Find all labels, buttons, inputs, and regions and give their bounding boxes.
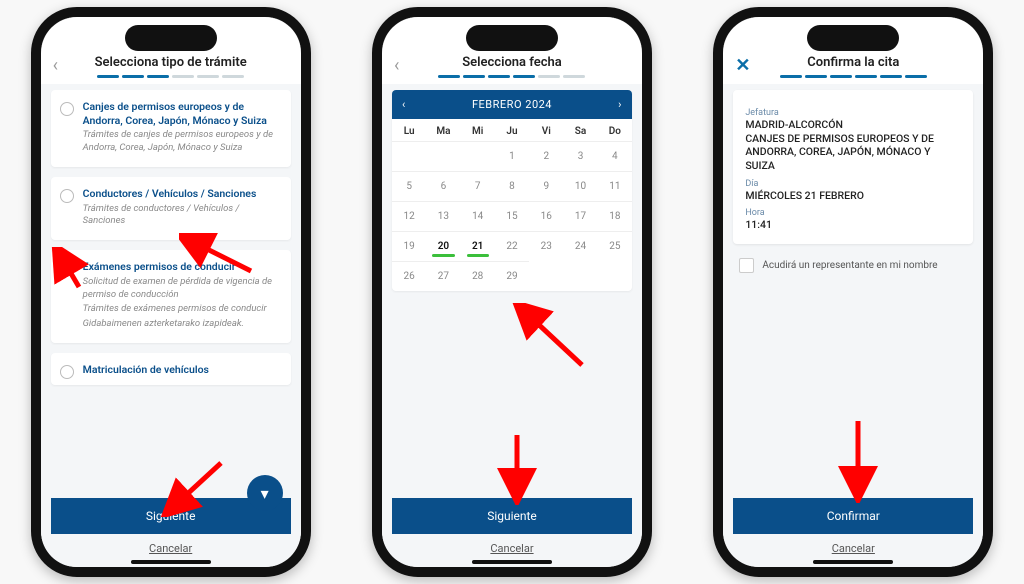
- next-month-icon[interactable]: ›: [618, 98, 622, 111]
- calendar-day[interactable]: 20: [426, 231, 460, 261]
- label-dia: Día: [745, 179, 961, 189]
- radio-icon[interactable]: [60, 189, 74, 203]
- calendar-dow: Do: [598, 119, 632, 141]
- phone-step-1: ‹ Selecciona tipo de trámite Canjes de p…: [31, 7, 311, 577]
- prev-month-icon[interactable]: ‹: [402, 98, 406, 111]
- progress-indicator: [41, 75, 301, 78]
- footer: Confirmar Cancelar: [723, 498, 983, 567]
- calendar-day: 16: [529, 201, 563, 231]
- option-canjes[interactable]: Canjes de permisos europeos y de Andorra…: [51, 90, 291, 167]
- calendar-day: 25: [598, 231, 632, 261]
- calendar-dow: Vi: [529, 119, 563, 141]
- notch: [466, 25, 558, 51]
- calendar-day: 13: [426, 201, 460, 231]
- back-icon[interactable]: ‹: [394, 55, 399, 76]
- calendar-grid: LuMaMiJuViSaDo 1234567891011121314151617…: [392, 119, 632, 291]
- calendar-day: 28: [461, 261, 495, 291]
- next-button[interactable]: Siguiente: [392, 498, 632, 534]
- calendar-day: 9: [529, 171, 563, 201]
- options-list: Canjes de permisos europeos y de Andorra…: [41, 84, 301, 498]
- calendar-dow: Sa: [563, 119, 597, 141]
- calendar-day: 10: [563, 171, 597, 201]
- value-jefatura: MADRID-ALCORCÓN: [745, 118, 961, 132]
- calendar-dow: Ma: [426, 119, 460, 141]
- calendar-day: 6: [426, 171, 460, 201]
- calendar-empty: [461, 141, 495, 171]
- calendar-day: 12: [392, 201, 426, 231]
- calendar-empty: [426, 141, 460, 171]
- calendar-day: 15: [495, 201, 529, 231]
- calendar-day: 11: [598, 171, 632, 201]
- checkbox-icon[interactable]: [739, 258, 754, 273]
- calendar-day: 26: [392, 261, 426, 291]
- calendar-day: 7: [461, 171, 495, 201]
- calendar: ‹ FEBRERO 2024 › LuMaMiJuViSaDo 12345678…: [392, 90, 632, 291]
- checkbox-label: Acudirá un representante en mi nombre: [762, 260, 937, 271]
- option-title: Exámenes permisos de conducir: [83, 260, 283, 274]
- calendar-day: 14: [461, 201, 495, 231]
- representative-checkbox-row[interactable]: Acudirá un representante en mi nombre: [733, 258, 973, 273]
- option-title: Matriculación de vehículos: [83, 363, 283, 377]
- label-jefatura: Jefatura: [745, 108, 961, 118]
- radio-icon[interactable]: [60, 262, 74, 276]
- progress-indicator: [723, 75, 983, 78]
- calendar-day: 5: [392, 171, 426, 201]
- option-matriculacion[interactable]: Matriculación de vehículos: [51, 353, 291, 385]
- confirm-card: Jefatura MADRID-ALCORCÓN CANJES DE PERMI…: [733, 90, 973, 244]
- calendar-dow: Mi: [461, 119, 495, 141]
- phone-step-3: ✕ Confirma la cita Jefatura MADRID-ALCOR…: [713, 7, 993, 577]
- confirm-button[interactable]: Confirmar: [733, 498, 973, 534]
- page-title: Selecciona tipo de trámite: [41, 55, 301, 70]
- label-hora: Hora: [745, 208, 961, 218]
- calendar-day: 22: [495, 231, 529, 261]
- calendar-day: 27: [426, 261, 460, 291]
- value-tramite: CANJES DE PERMISOS EUROPEOS Y DE ANDORRA…: [745, 132, 961, 173]
- footer: Siguiente Cancelar: [382, 498, 642, 567]
- option-desc: Trámites de exámenes permisos de conduci…: [83, 303, 283, 316]
- calendar-day: 3: [563, 141, 597, 171]
- option-desc: Trámites de canjes de permisos europeos …: [83, 129, 283, 155]
- home-indicator: [131, 560, 211, 564]
- option-desc: Trámites de conductores / Vehículos / Sa…: [83, 203, 283, 229]
- calendar-empty: [392, 141, 426, 171]
- calendar-area: ‹ FEBRERO 2024 › LuMaMiJuViSaDo 12345678…: [382, 84, 642, 498]
- scroll-down-fab[interactable]: ▾: [247, 475, 283, 511]
- calendar-dow: Lu: [392, 119, 426, 141]
- calendar-day: 18: [598, 201, 632, 231]
- calendar-day[interactable]: 21: [461, 231, 495, 261]
- option-conductores[interactable]: Conductores / Vehículos / Sanciones Trám…: [51, 177, 291, 240]
- calendar-day: 17: [563, 201, 597, 231]
- calendar-dow: Ju: [495, 119, 529, 141]
- option-desc: Solicitud de examen de pérdida de vigenc…: [83, 276, 283, 302]
- value-hora: 11:41: [745, 218, 961, 232]
- close-icon[interactable]: ✕: [735, 55, 750, 76]
- page-title: Selecciona fecha: [382, 55, 642, 70]
- option-examenes[interactable]: Exámenes permisos de conducir Solicitud …: [51, 250, 291, 343]
- calendar-month-label: FEBRERO 2024: [472, 98, 552, 111]
- page-title: Confirma la cita: [723, 55, 983, 70]
- confirm-area: Jefatura MADRID-ALCORCÓN CANJES DE PERMI…: [723, 84, 983, 498]
- calendar-day: 2: [529, 141, 563, 171]
- home-indicator: [813, 560, 893, 564]
- notch: [125, 25, 217, 51]
- value-dia: MIÉRCOLES 21 FEBRERO: [745, 189, 961, 203]
- option-desc: Gidabaimenen azterketarako izapideak.: [83, 318, 283, 331]
- calendar-day: 1: [495, 141, 529, 171]
- back-icon[interactable]: ‹: [53, 55, 58, 76]
- option-title: Conductores / Vehículos / Sanciones: [83, 187, 283, 201]
- radio-icon[interactable]: [60, 365, 74, 379]
- notch: [807, 25, 899, 51]
- progress-indicator: [382, 75, 642, 78]
- phone-step-2: ‹ Selecciona fecha ‹ FEBRERO 2024 › LuMa…: [372, 7, 652, 577]
- calendar-day: 29: [495, 261, 529, 291]
- calendar-day: 19: [392, 231, 426, 261]
- calendar-day: 8: [495, 171, 529, 201]
- option-title: Canjes de permisos europeos y de Andorra…: [83, 100, 283, 127]
- calendar-day: 24: [563, 231, 597, 261]
- home-indicator: [472, 560, 552, 564]
- radio-icon[interactable]: [60, 102, 74, 116]
- calendar-day: 4: [598, 141, 632, 171]
- calendar-day: 23: [529, 231, 563, 261]
- calendar-month: ‹ FEBRERO 2024 ›: [392, 90, 632, 119]
